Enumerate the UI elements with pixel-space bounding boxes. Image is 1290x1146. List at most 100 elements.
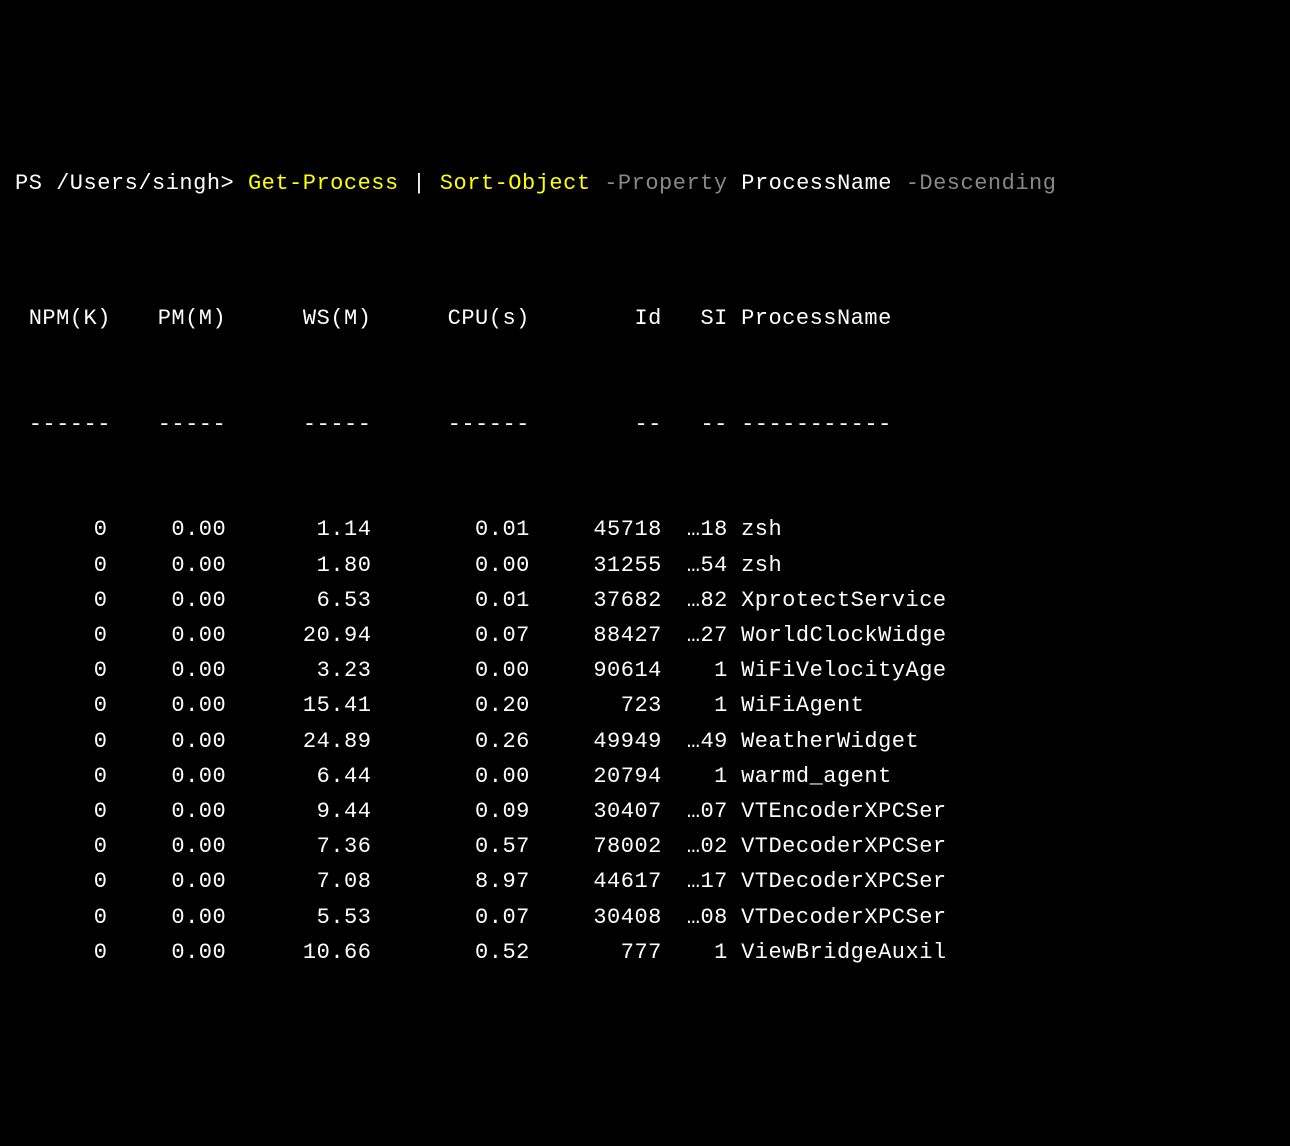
cell-npm: 0 bbox=[15, 864, 107, 899]
cell-pm: 0.00 bbox=[107, 794, 226, 829]
process-row: 00.009.440.0930407…07VTEncoderXPCSer bbox=[15, 794, 1275, 829]
cell-id: 723 bbox=[530, 688, 662, 723]
cell-cpu: 0.07 bbox=[371, 900, 529, 935]
process-row: 00.003.230.00906141WiFiVelocityAge bbox=[15, 653, 1275, 688]
cell-si: …18 bbox=[662, 512, 728, 547]
cell-ws: 7.36 bbox=[226, 829, 371, 864]
process-row: 00.007.088.9744617…17 VTDecoderXPCSer bbox=[15, 864, 1275, 899]
param-value-processname: ProcessName bbox=[741, 171, 892, 196]
cell-pm: 0.00 bbox=[107, 829, 226, 864]
cell-cpu: 0.52 bbox=[371, 935, 529, 970]
cell-id: 90614 bbox=[530, 653, 662, 688]
pipe-operator: | bbox=[399, 171, 440, 196]
cell-pm: 0.00 bbox=[107, 864, 226, 899]
cell-id: 44617 bbox=[530, 864, 662, 899]
cmdlet-sort-object: Sort-Object bbox=[440, 171, 591, 196]
cell-processname: XprotectService bbox=[741, 583, 947, 618]
cell-pm: 0.00 bbox=[107, 653, 226, 688]
cell-si: …27 bbox=[662, 618, 728, 653]
header-cpu: CPU(s) bbox=[371, 301, 529, 336]
cell-processname: VTDecoderXPCSer bbox=[741, 900, 947, 935]
cell-npm: 0 bbox=[15, 794, 107, 829]
header-id: Id bbox=[530, 301, 662, 336]
param-property: -Property bbox=[591, 171, 742, 196]
cell-ws: 10.66 bbox=[226, 935, 371, 970]
cell-pm: 0.00 bbox=[107, 618, 226, 653]
process-row: 00.006.530.0137682…82XprotectService bbox=[15, 583, 1275, 618]
process-row: 00.0010.660.527771ViewBridgeAuxil bbox=[15, 935, 1275, 970]
cell-processname: VTEncoderXPCSer bbox=[741, 794, 947, 829]
cell-si: 1 bbox=[662, 759, 728, 794]
cell-npm: 0 bbox=[15, 900, 107, 935]
cell-id: 45718 bbox=[530, 512, 662, 547]
divider-id: -- bbox=[530, 407, 662, 442]
cell-id: 30408 bbox=[530, 900, 662, 935]
table-header-row: NPM(K)PM(M)WS(M)CPU(s)IdSIProcessName bbox=[15, 301, 1275, 336]
cell-cpu: 0.01 bbox=[371, 512, 529, 547]
cell-cpu: 0.00 bbox=[371, 653, 529, 688]
cell-cpu: 0.00 bbox=[371, 759, 529, 794]
param-descending: -Descending bbox=[892, 171, 1056, 196]
process-row: 00.001.800.0031255…54zsh bbox=[15, 548, 1275, 583]
divider-ws: ----- bbox=[226, 407, 371, 442]
cell-si: …82 bbox=[662, 583, 728, 618]
cell-id: 777 bbox=[530, 935, 662, 970]
cell-ws: 1.80 bbox=[226, 548, 371, 583]
prompt-prefix: PS bbox=[15, 171, 56, 196]
prompt-line[interactable]: PS /Users/singh> Get-Process | Sort-Obje… bbox=[15, 166, 1275, 201]
cell-ws: 7.08 bbox=[226, 864, 371, 899]
cell-cpu: 0.20 bbox=[371, 688, 529, 723]
divider-npm: ------ bbox=[15, 407, 107, 442]
cell-id: 31255 bbox=[530, 548, 662, 583]
cell-id: 37682 bbox=[530, 583, 662, 618]
cell-ws: 20.94 bbox=[226, 618, 371, 653]
cell-si: …17 bbox=[662, 864, 728, 899]
cell-processname: VTDecoderXPCSer bbox=[741, 829, 947, 864]
cell-si: 1 bbox=[662, 653, 728, 688]
cell-npm: 0 bbox=[15, 829, 107, 864]
cell-npm: 0 bbox=[15, 653, 107, 688]
cmdlet-get-process: Get-Process bbox=[248, 171, 399, 196]
cell-cpu: 0.00 bbox=[371, 548, 529, 583]
cell-processname: warmd_agent bbox=[741, 759, 892, 794]
cell-pm: 0.00 bbox=[107, 548, 226, 583]
cell-ws: 15.41 bbox=[226, 688, 371, 723]
cell-ws: 5.53 bbox=[226, 900, 371, 935]
cell-cpu: 0.01 bbox=[371, 583, 529, 618]
cell-npm: 0 bbox=[15, 548, 107, 583]
cell-pm: 0.00 bbox=[107, 724, 226, 759]
prompt-separator: > bbox=[221, 171, 248, 196]
process-table-body: 00.001.140.0145718…18zsh00.001.800.00312… bbox=[15, 512, 1275, 969]
process-row: 00.005.530.0730408…08VTDecoderXPCSer bbox=[15, 900, 1275, 935]
process-row: 00.0024.890.2649949…49WeatherWidget bbox=[15, 724, 1275, 759]
cell-id: 49949 bbox=[530, 724, 662, 759]
cell-id: 78002 bbox=[530, 829, 662, 864]
cell-cpu: 0.57 bbox=[371, 829, 529, 864]
cell-processname: VTDecoderXPCSer bbox=[741, 864, 947, 899]
divider-si: -- bbox=[662, 407, 728, 442]
header-pm: PM(M) bbox=[107, 301, 226, 336]
process-row: 00.0020.940.0788427…27WorldClockWidge bbox=[15, 618, 1275, 653]
header-npm: NPM(K) bbox=[15, 301, 107, 336]
cell-id: 30407 bbox=[530, 794, 662, 829]
cell-pm: 0.00 bbox=[107, 935, 226, 970]
process-row: 00.007.360.5778002…02VTDecoderXPCSer bbox=[15, 829, 1275, 864]
cell-cpu: 0.09 bbox=[371, 794, 529, 829]
header-si: SI bbox=[662, 301, 728, 336]
process-row: 00.0015.410.207231WiFiAgent bbox=[15, 688, 1275, 723]
cell-processname: WorldClockWidge bbox=[741, 618, 947, 653]
cell-processname: zsh bbox=[741, 512, 782, 547]
cell-npm: 0 bbox=[15, 688, 107, 723]
cell-pm: 0.00 bbox=[107, 759, 226, 794]
cell-processname: zsh bbox=[741, 548, 782, 583]
cell-pm: 0.00 bbox=[107, 688, 226, 723]
divider-cpu: ------ bbox=[371, 407, 529, 442]
cell-si: …54 bbox=[662, 548, 728, 583]
cell-npm: 0 bbox=[15, 618, 107, 653]
cell-ws: 6.53 bbox=[226, 583, 371, 618]
cell-cpu: 8.97 bbox=[371, 864, 529, 899]
cell-si: 1 bbox=[662, 688, 728, 723]
cell-processname: ViewBridgeAuxil bbox=[741, 935, 947, 970]
cell-ws: 1.14 bbox=[226, 512, 371, 547]
process-row: 00.001.140.0145718…18zsh bbox=[15, 512, 1275, 547]
